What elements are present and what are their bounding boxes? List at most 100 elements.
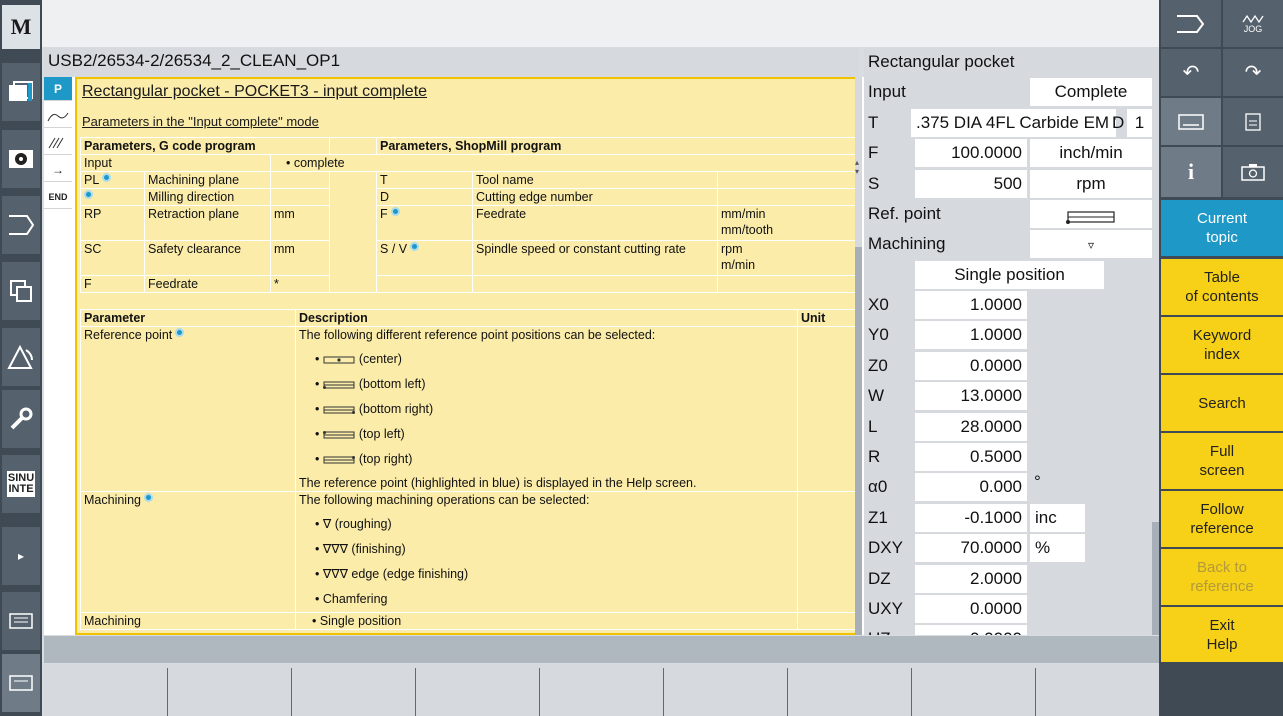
feedrate-unit-select[interactable]: inch/min [1030, 139, 1152, 167]
spindle-field[interactable]: 500 [915, 170, 1027, 198]
shopmill-unit: rpm m/min [717, 240, 858, 276]
program-cycle-icon[interactable] [1161, 0, 1221, 47]
horizontal-status-bar [44, 636, 1159, 663]
wrench-icon[interactable] [2, 390, 40, 448]
help-scrollbar-thumb[interactable] [855, 247, 862, 635]
coordinate-value-field[interactable]: 0.0000 [915, 625, 1027, 635]
full-screen-softkey[interactable]: Full screen [1161, 433, 1283, 489]
horizontal-softkey-divider [663, 668, 664, 716]
param-desc: Feedrate [144, 275, 271, 293]
input-select[interactable]: Complete [1030, 78, 1152, 106]
form-row-w: W 13.0000 [864, 381, 1159, 411]
coordinate-value-field[interactable]: 70.0000 [915, 534, 1027, 563]
help-subtitle: Parameters in the "Input complete" mode [82, 114, 319, 129]
move-icon[interactable] [2, 196, 40, 254]
calculator-icon[interactable] [1223, 98, 1283, 145]
position-select[interactable]: Single position [915, 261, 1104, 289]
coordinate-label: L [868, 416, 878, 436]
coordinate-value-field[interactable]: 0.5000 [915, 443, 1027, 471]
arrow-right-icon[interactable]: ▸ [2, 527, 40, 585]
horizontal-softkey-divider [787, 668, 788, 716]
table-of-contents-softkey[interactable]: Table of contents [1161, 259, 1283, 315]
search-softkey[interactable]: Search [1161, 375, 1283, 431]
panel-view-icon[interactable] [2, 654, 40, 712]
keyword-index-softkey[interactable]: Keyword index [1161, 317, 1283, 373]
copy-icon[interactable] [2, 262, 40, 320]
redo-icon[interactable]: ↷ [1223, 49, 1283, 96]
info-help-icon[interactable]: i [1161, 147, 1221, 197]
ref-point-select[interactable] [1030, 200, 1152, 228]
coordinate-unit[interactable]: % [1030, 534, 1085, 563]
coordinate-value-field[interactable]: 2.0000 [915, 564, 1027, 593]
coordinate-label: α0 [868, 477, 888, 497]
form-row-dz: DZ 2.0000 [864, 564, 1159, 594]
tool-field[interactable]: .375 DIA 4FL Carbide EM 1 [911, 109, 1116, 137]
machining-select[interactable]: ▿ [1030, 230, 1152, 258]
cutting-edge-field[interactable]: 1 [1127, 109, 1152, 137]
machining2-value: • Single position [295, 612, 798, 630]
help-tab-contour[interactable] [44, 104, 72, 128]
keyboard-icon[interactable] [1161, 98, 1221, 145]
shopmill-code: D [376, 188, 474, 206]
g-code-params-header: Parameters, G code program [79, 137, 331, 155]
help-panel: P → END Rectangular pocket - POCKET3 - i… [44, 77, 864, 635]
param-code: RP [80, 205, 145, 241]
form-row-x0: X0 1.0000 [864, 290, 1159, 320]
jog-mode-icon[interactable]: JOG [1223, 0, 1283, 47]
horizontal-softkey-divider [415, 668, 416, 716]
follow-reference-softkey[interactable]: Follow reference [1161, 491, 1283, 547]
machine-logo-icon[interactable]: M [2, 5, 40, 49]
ref-center-icon [323, 356, 355, 364]
form-row-machining: Machining ▿ [864, 229, 1159, 259]
program-path: USB2/26534-2/26534_2_CLEAN_OP1 [44, 47, 859, 77]
param-desc: Retraction plane [144, 205, 271, 241]
form-scrollbar[interactable] [1152, 77, 1159, 635]
coordinate-value-field[interactable]: 0.0000 [915, 351, 1027, 380]
help-tab-parameters[interactable]: P [44, 77, 72, 101]
coordinate-value-field[interactable]: 13.0000 [915, 382, 1027, 411]
spindle-unit-select[interactable]: rpm [1030, 170, 1152, 198]
machining-description: The following machining operations can b… [295, 491, 798, 613]
panel-icon[interactable] [2, 592, 40, 650]
shopmill-code: T [376, 171, 474, 189]
form-row-input: Input Complete [864, 77, 1159, 107]
coordinate-value-field[interactable]: 1.0000 [915, 321, 1027, 350]
coordinate-value-field[interactable]: 0.000 [915, 473, 1027, 502]
shopmill-code: S / V [376, 240, 474, 276]
machining-label: Machining [80, 491, 296, 613]
help-content: Rectangular pocket - POCKET3 - input com… [75, 77, 862, 635]
form-row-position: Single position [864, 260, 1159, 290]
screenshot-icon[interactable] [1223, 147, 1283, 197]
param-desc: Milling direction [144, 188, 271, 206]
help-tab-strip: P → END [44, 77, 73, 635]
coordinate-value-field[interactable]: 1.0000 [915, 291, 1027, 319]
form-row-α0: α0 0.000 ° [864, 472, 1159, 502]
parameters-table: Parameters, G code program Parameters, S… [79, 137, 858, 293]
param-code [80, 188, 145, 206]
coordinate-value-field[interactable]: 0.0000 [915, 595, 1027, 623]
sinumerik-icon[interactable]: SINU INTE [2, 455, 40, 513]
ref-bottom-left-icon [322, 381, 355, 389]
form-scrollbar-thumb[interactable] [1152, 522, 1159, 635]
help-tab-hatch[interactable] [44, 131, 72, 155]
help-tab-arrow[interactable]: → [44, 158, 72, 182]
current-topic-softkey[interactable]: Current topic [1161, 200, 1283, 256]
machine-icon[interactable] [2, 130, 40, 188]
coordinate-value-field[interactable]: -0.1000 [915, 503, 1027, 532]
ref-top-right-icon [323, 455, 355, 464]
program-manager-icon[interactable] [2, 63, 40, 121]
input-value: • complete [269, 154, 858, 172]
feedrate-field[interactable]: 100.0000 [915, 139, 1027, 167]
sinumerik-help-screen: M SINU INTE ▸ USB2/26534-2/26534_2_CLEAN… [0, 0, 1283, 716]
form-row-spindle: S 500 rpm [864, 169, 1159, 199]
coordinate-value-field[interactable]: 28.0000 [915, 412, 1027, 441]
warning-icon[interactable] [2, 328, 40, 386]
ref-top-left-icon [322, 430, 355, 439]
undo-icon[interactable]: ↶ [1161, 49, 1221, 96]
coordinate-unit[interactable]: inc [1030, 503, 1085, 532]
ref-point-label: Reference point [80, 326, 296, 492]
exit-help-softkey[interactable]: Exit Help [1161, 607, 1283, 662]
param-unit [269, 171, 331, 189]
help-tab-end[interactable]: END [44, 185, 72, 209]
ref-bottom-right-icon [323, 406, 355, 414]
